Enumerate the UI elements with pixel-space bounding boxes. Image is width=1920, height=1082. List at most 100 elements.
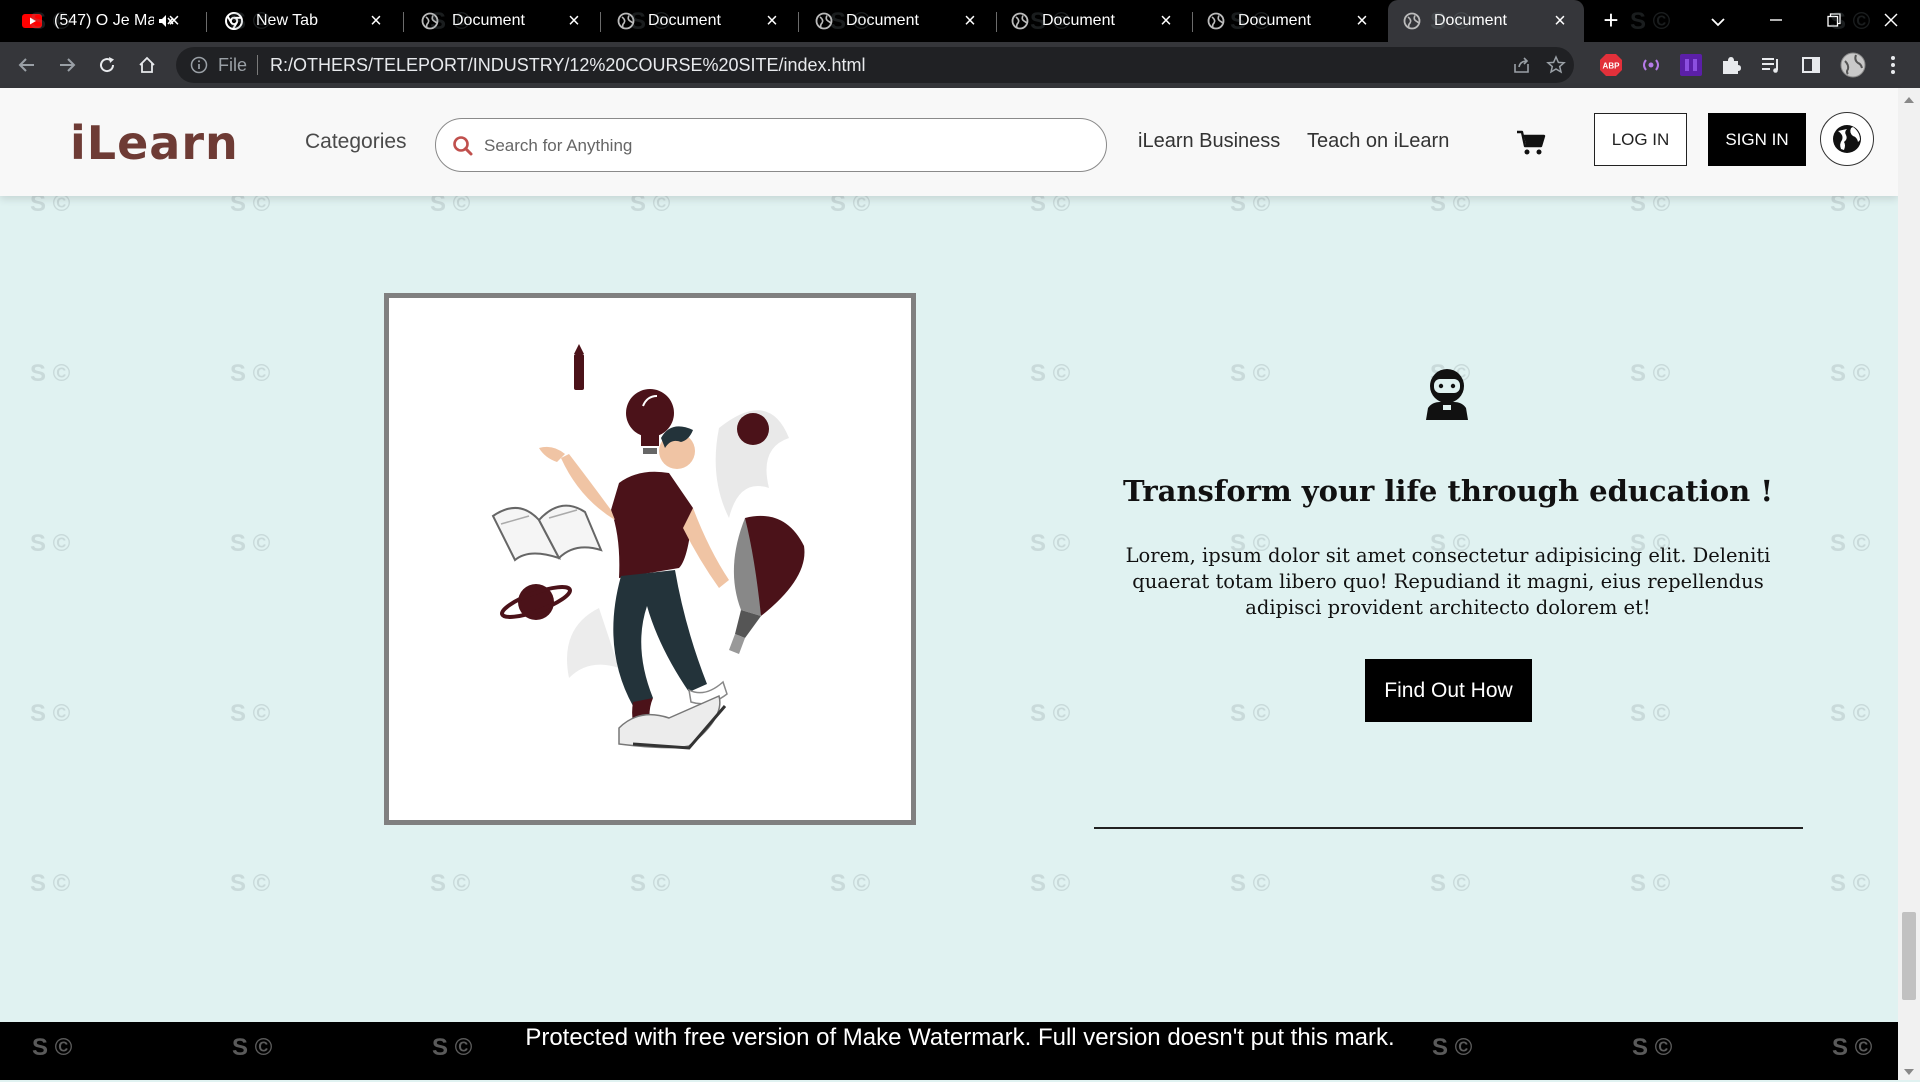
watermark-mark: S © bbox=[630, 870, 671, 897]
close-tab-icon[interactable]: × bbox=[1156, 11, 1176, 31]
section-body-text: Lorem, ipsum dolor sit amet consectetur … bbox=[1125, 544, 1771, 619]
reading-list-icon[interactable] bbox=[1758, 52, 1784, 78]
shopping-cart-icon[interactable] bbox=[1516, 128, 1546, 158]
close-tab-icon[interactable]: × bbox=[366, 11, 386, 31]
broadcast-extension-icon[interactable] bbox=[1638, 52, 1664, 78]
watermark-mark: S © bbox=[1230, 360, 1271, 387]
adblock-plus-icon[interactable]: ABP bbox=[1598, 52, 1624, 78]
watermark-mark: S © bbox=[1430, 870, 1471, 897]
close-tab-icon[interactable]: × bbox=[1352, 11, 1372, 31]
globe-icon bbox=[1833, 125, 1861, 153]
close-window-icon[interactable] bbox=[1877, 7, 1905, 35]
purple-extension-icon[interactable] bbox=[1678, 52, 1704, 78]
hero-illustration bbox=[384, 293, 916, 825]
tab-document-active[interactable]: Document × bbox=[1388, 0, 1584, 42]
scroll-up-arrow-icon[interactable] bbox=[1903, 92, 1915, 103]
tab-document[interactable]: Document × bbox=[602, 0, 796, 42]
watermark-mark: S © bbox=[230, 530, 271, 557]
info-icon[interactable] bbox=[190, 56, 208, 74]
profile-avatar[interactable] bbox=[1840, 52, 1866, 78]
tab-document[interactable]: Document × bbox=[406, 0, 598, 42]
tab-document[interactable]: Document × bbox=[800, 0, 994, 42]
watermark-mark: S © bbox=[1230, 700, 1271, 727]
close-tab-icon[interactable]: × bbox=[164, 11, 184, 31]
tab-youtube[interactable]: (547) O Je Ma × bbox=[8, 0, 198, 42]
forward-icon[interactable] bbox=[52, 50, 82, 80]
ilearn-business-link[interactable]: iLearn Business bbox=[1138, 130, 1280, 153]
scheme-label: File bbox=[218, 54, 248, 75]
extensions-puzzle-icon[interactable] bbox=[1718, 52, 1744, 78]
chrome-icon bbox=[224, 11, 244, 31]
watermark-mark: S © bbox=[830, 870, 871, 897]
restore-icon[interactable] bbox=[1820, 7, 1848, 35]
close-tab-icon[interactable]: × bbox=[762, 11, 782, 31]
signin-button[interactable]: SIGN IN bbox=[1708, 113, 1806, 166]
person-juggling-learning-icons-illustration bbox=[491, 344, 805, 750]
new-tab-button[interactable]: + bbox=[1598, 7, 1624, 34]
address-bar[interactable]: File R:/OTHERS/TELEPORT/INDUSTRY/12%20CO… bbox=[176, 47, 1574, 83]
watermark-mark: S © bbox=[1830, 530, 1871, 557]
find-out-how-button[interactable]: Find Out How bbox=[1365, 659, 1532, 722]
close-tab-icon[interactable]: × bbox=[564, 11, 584, 31]
site-header: iLearn Categories iLearn Business Teach … bbox=[0, 88, 1898, 196]
watermark-mark: S © bbox=[1830, 360, 1871, 387]
share-icon[interactable] bbox=[1512, 55, 1532, 75]
watermark-mark: S © bbox=[1030, 530, 1071, 557]
section-headline: Transform your life through education ! bbox=[1122, 474, 1774, 508]
minimize-icon[interactable] bbox=[1762, 7, 1790, 35]
search-bar[interactable] bbox=[435, 118, 1107, 172]
robot-icon bbox=[1424, 366, 1470, 420]
watermark-mark: S © bbox=[230, 360, 271, 387]
globe-icon bbox=[1402, 11, 1422, 31]
browser-toolbar: File R:/OTHERS/TELEPORT/INDUSTRY/12%20CO… bbox=[0, 42, 1920, 88]
language-globe-button[interactable] bbox=[1820, 112, 1874, 166]
watermark-mark: S © bbox=[30, 530, 71, 557]
watermark-mark: S © bbox=[30, 700, 71, 727]
search-icon bbox=[450, 133, 476, 159]
watermark-mark: S © bbox=[1230, 870, 1271, 897]
watermark-mark: S © bbox=[30, 870, 71, 897]
globe-icon bbox=[616, 11, 636, 31]
watermark-mark: S © bbox=[1630, 360, 1671, 387]
page-scrollbar-thumb[interactable] bbox=[1902, 912, 1916, 1000]
watermark-mark: S © bbox=[1830, 700, 1871, 727]
watermark-mark: S © bbox=[1030, 360, 1071, 387]
watermark-mark: S © bbox=[1030, 870, 1071, 897]
tab-document[interactable]: Document × bbox=[996, 0, 1190, 42]
back-icon[interactable] bbox=[12, 50, 42, 80]
watermark-mark: S © bbox=[30, 360, 71, 387]
side-panel-icon[interactable] bbox=[1798, 52, 1824, 78]
watermark-mark: S © bbox=[1630, 700, 1671, 727]
watermark-mark: S © bbox=[230, 700, 271, 727]
watermark-mark: S © bbox=[430, 870, 471, 897]
globe-icon bbox=[814, 11, 834, 31]
watermark-mark: S © bbox=[1030, 700, 1071, 727]
browser-menu-icon[interactable] bbox=[1880, 52, 1906, 78]
globe-icon bbox=[1206, 11, 1226, 31]
categories-link[interactable]: Categories bbox=[305, 130, 407, 154]
tab-new-tab[interactable]: New Tab × bbox=[210, 0, 400, 42]
url-text[interactable]: R:/OTHERS/TELEPORT/INDUSTRY/12%20COURSE%… bbox=[270, 55, 866, 76]
watermark-banner-text: Protected with free version of Make Wate… bbox=[525, 1024, 1395, 1051]
svg-text:ABP: ABP bbox=[1603, 62, 1621, 71]
globe-icon bbox=[420, 11, 440, 31]
teach-on-ilearn-link[interactable]: Teach on iLearn bbox=[1307, 130, 1449, 153]
watermark-mark: S © bbox=[230, 870, 271, 897]
site-logo[interactable]: iLearn bbox=[70, 116, 239, 170]
login-button[interactable]: LOG IN bbox=[1594, 113, 1687, 166]
tab-search-chevron-icon[interactable] bbox=[1704, 7, 1732, 35]
browser-tab-strip: (547) O Je Ma × New Tab × Document × Doc… bbox=[0, 0, 1920, 42]
close-tab-icon[interactable]: × bbox=[1550, 11, 1570, 31]
section-divider bbox=[1094, 827, 1803, 829]
home-icon[interactable] bbox=[132, 50, 162, 80]
search-input[interactable] bbox=[484, 129, 1084, 163]
bookmark-star-icon[interactable] bbox=[1546, 55, 1566, 75]
scroll-down-arrow-icon[interactable] bbox=[1903, 1064, 1915, 1075]
youtube-icon bbox=[22, 11, 42, 31]
globe-icon bbox=[1010, 11, 1030, 31]
reload-icon[interactable] bbox=[92, 50, 122, 80]
close-tab-icon[interactable]: × bbox=[960, 11, 980, 31]
watermark-mark: S © bbox=[1630, 870, 1671, 897]
watermark-mark: S © bbox=[1830, 870, 1871, 897]
tab-document[interactable]: Document × bbox=[1192, 0, 1386, 42]
